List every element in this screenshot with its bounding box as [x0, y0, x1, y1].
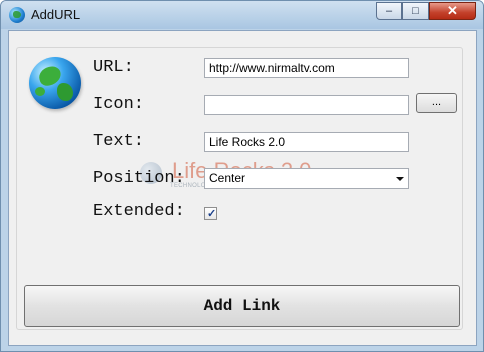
icon-field[interactable]	[204, 95, 409, 115]
title-bar[interactable]: AddURL – □ ✕	[1, 1, 483, 29]
position-label: Position:	[93, 169, 185, 188]
chevron-down-icon	[396, 177, 404, 181]
position-dropdown[interactable]: Center	[204, 168, 409, 189]
maximize-button[interactable]: □	[402, 2, 429, 20]
add-link-button[interactable]: Add Link	[24, 285, 460, 327]
extended-checkbox[interactable]: ✓	[204, 207, 217, 220]
icon-label: Icon:	[93, 95, 145, 114]
extended-label: Extended:	[93, 202, 185, 221]
checkmark-icon: ✓	[207, 208, 217, 220]
app-globe-icon	[9, 7, 25, 23]
globe-icon	[29, 57, 81, 109]
position-selected-value: Center	[209, 171, 246, 185]
url-field[interactable]: http://www.nirmaltv.com	[204, 58, 409, 78]
browse-button[interactable]: ...	[416, 93, 457, 113]
url-label: URL:	[93, 58, 134, 77]
globe-land	[57, 83, 73, 101]
window-title: AddURL	[31, 7, 81, 22]
text-field[interactable]: Life Rocks 2.0	[204, 132, 409, 152]
minimize-button[interactable]: –	[376, 2, 402, 20]
text-label: Text:	[93, 132, 145, 151]
close-button[interactable]: ✕	[429, 2, 476, 20]
globe-land	[35, 87, 45, 96]
